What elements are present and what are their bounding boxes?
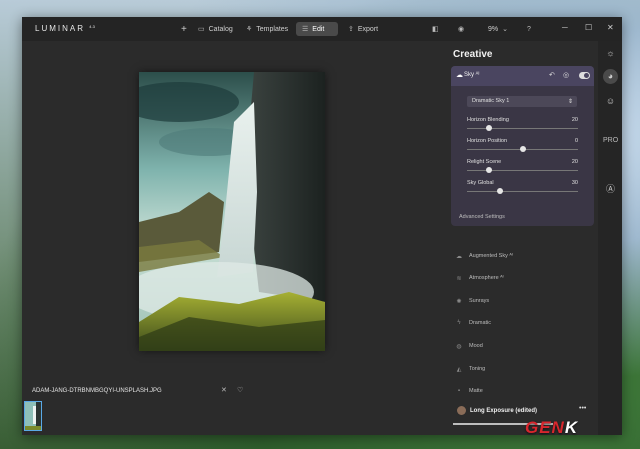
tools-panel: Creative ☁ Sky ᴬᴵ ↶ ◎ Dramatic Sky 1 ⇕ H… (445, 41, 598, 435)
view-button[interactable]: ◉ (452, 22, 470, 36)
canvas-layers-icon[interactable]: Ⓐ (604, 183, 617, 196)
toning-icon: ◭ (456, 366, 462, 373)
creative-palette-icon[interactable]: ◕ (603, 69, 618, 84)
lightning-icon: ϟ (457, 320, 461, 326)
help-button[interactable]: ? (521, 22, 537, 36)
tool-atmosphere[interactable]: ≋ Atmosphere ᴬᴵ (455, 272, 503, 284)
slider-horizon-position[interactable]: Horizon Position 0 (467, 138, 578, 156)
waterfall-image (139, 72, 325, 351)
slider-knob[interactable] (497, 188, 504, 194)
more-options-icon[interactable]: ••• (579, 405, 586, 412)
pro-tools-label[interactable]: PRO (603, 137, 618, 144)
filmstrip-thumbnail[interactable] (24, 401, 42, 431)
mood-icon: ◍ (456, 343, 462, 350)
advanced-settings-link[interactable]: Advanced Settings (459, 214, 505, 220)
sky-toggle[interactable] (579, 72, 590, 79)
matte-icon: ▪ (457, 388, 461, 394)
edit-tab[interactable]: ☰ Edit (296, 22, 338, 36)
export-icon: ⇪ (348, 26, 354, 33)
tool-augmented-sky[interactable]: ☁ Augmented Sky ᴬᴵ (455, 250, 513, 262)
eye-icon: ◉ (458, 26, 465, 33)
close-icon[interactable]: ✕ (607, 23, 614, 32)
tool-toning[interactable]: ◭ Toning (455, 363, 486, 375)
luminar-window: LUMINAR 4.3 + ▭ Catalog ⚘ Templates ☰ Ed… (22, 17, 622, 435)
cloud-icon: ☁ (456, 253, 462, 260)
templates-icon: ⚘ (246, 26, 253, 33)
slider-knob[interactable] (486, 167, 493, 173)
folder-icon: ▭ (198, 26, 205, 33)
genk-watermark: GENK (525, 418, 579, 437)
slider-knob[interactable] (519, 146, 526, 152)
help-icon: ? (527, 25, 531, 33)
add-photos-button[interactable]: + (175, 22, 193, 36)
slider-horizon-blending[interactable]: Horizon Blending 20 (467, 117, 578, 135)
portrait-face-icon[interactable]: ☺ (604, 95, 617, 108)
minimize-icon[interactable]: ─ (562, 23, 568, 32)
fog-icon: ≋ (456, 275, 462, 282)
favorite-icon[interactable]: ♡ (237, 386, 243, 394)
edited-photo (139, 72, 325, 351)
sliders-icon: ☰ (302, 26, 309, 33)
slider-sky-global[interactable]: Sky Global 30 (467, 180, 578, 198)
chevron-down-icon: ⌄ (502, 26, 508, 33)
sky-tool-title: Sky ᴬᴵ (464, 72, 480, 78)
compare-button[interactable]: ◧ (426, 22, 445, 36)
slider-relight-scene[interactable]: Relight Scene 20 (467, 159, 578, 177)
tool-category-rail: ☼ ◕ ☺ PRO Ⓐ (598, 41, 622, 435)
chevron-updown-icon: ⇕ (567, 99, 573, 105)
panel-title: Creative (453, 49, 493, 60)
mask-icon[interactable]: ◎ (563, 71, 569, 79)
tool-mood[interactable]: ◍ Mood (455, 340, 482, 352)
cloud-icon: ☁ (456, 72, 463, 79)
templates-tab[interactable]: ⚘ Templates (240, 22, 294, 36)
reject-icon[interactable]: ✕ (221, 386, 227, 394)
sky-selection-dropdown[interactable]: Dramatic Sky 1 ⇕ (467, 96, 577, 107)
maximize-icon[interactable]: ☐ (585, 23, 592, 32)
title-bar: LUMINAR 4.3 + ▭ Catalog ⚘ Templates ☰ Ed… (22, 17, 622, 41)
tool-sunrays[interactable]: ✺ Sunrays (455, 295, 489, 307)
preset-avatar (457, 406, 466, 415)
filename-label: ADAM-JANG-DTRBNMBGQYI-UNSPLASH.JPG (32, 388, 162, 394)
sky-tool-header[interactable]: ☁ Sky ᴬᴵ ↶ ◎ (451, 66, 594, 86)
tool-dramatic[interactable]: ϟ Dramatic (455, 317, 491, 329)
applied-preset[interactable]: Long Exposure (edited) (457, 406, 537, 415)
zoom-dropdown[interactable]: 9% ⌄ (482, 22, 514, 36)
image-canvas[interactable]: ADAM-JANG-DTRBNMBGQYI-UNSPLASH.JPG ✕ ♡ (22, 41, 445, 435)
sun-icon: ✺ (456, 298, 462, 305)
catalog-tab[interactable]: ▭ Catalog (192, 22, 239, 36)
app-logo: LUMINAR 4.3 (35, 24, 95, 33)
thumbnail-image (25, 402, 41, 430)
slider-knob[interactable] (486, 125, 493, 131)
undo-icon[interactable]: ↶ (549, 71, 555, 79)
sky-tool-card: ☁ Sky ᴬᴵ ↶ ◎ Dramatic Sky 1 ⇕ Horizon Bl… (451, 66, 594, 226)
tool-matte[interactable]: ▪ Matte (455, 385, 483, 397)
compare-icon: ◧ (432, 26, 439, 33)
export-tab[interactable]: ⇪ Export (342, 22, 384, 36)
essentials-sun-icon[interactable]: ☼ (604, 47, 617, 60)
